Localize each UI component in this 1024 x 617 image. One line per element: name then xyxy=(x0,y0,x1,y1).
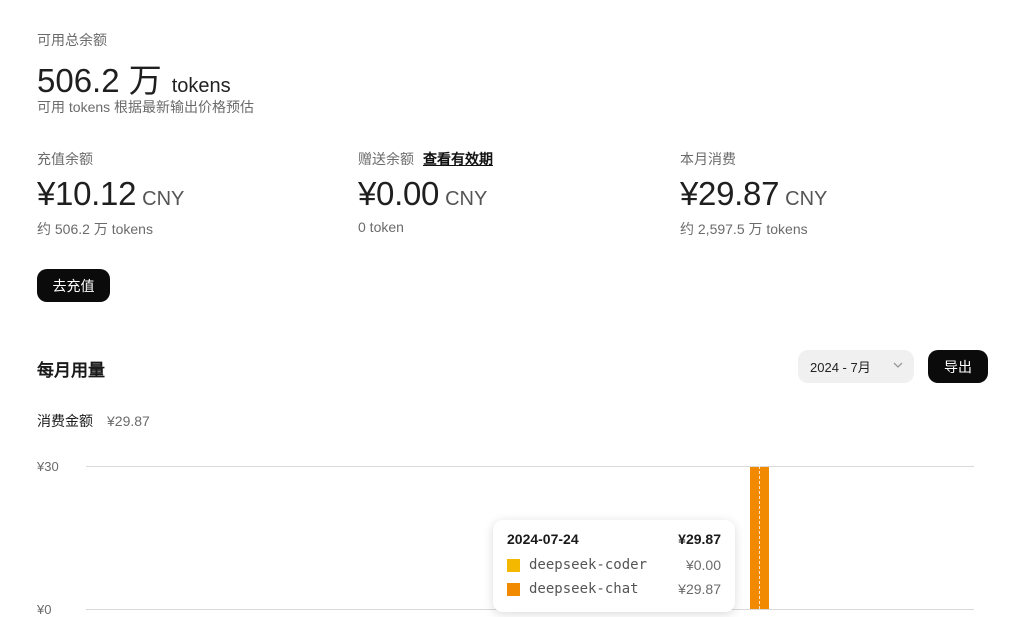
total-balance-unit: tokens xyxy=(171,75,231,97)
tooltip-date: 2024-07-24 xyxy=(507,531,579,547)
gift-balance-amount: ¥0.00 xyxy=(358,175,440,212)
total-balance-amount-row: 506.2 万 tokens xyxy=(37,54,231,102)
gift-balance-label: 赠送余额 xyxy=(358,151,414,167)
chevron-down-icon xyxy=(892,359,904,374)
total-balance-label: 可用总余额 xyxy=(37,32,107,48)
view-validity-link[interactable]: 查看有效期 xyxy=(423,149,493,169)
recharge-balance-currency: CNY xyxy=(142,188,185,210)
gift-balance-tokens: 0 token xyxy=(358,219,404,235)
tooltip-total: ¥29.87 xyxy=(678,531,721,547)
monthly-spend-label: 本月消费 xyxy=(680,151,736,167)
gridline-top xyxy=(86,466,974,467)
recharge-button[interactable]: 去充值 xyxy=(37,269,110,302)
monthly-spend-amount: ¥29.87 xyxy=(680,175,780,212)
monthly-spend-card: 本月消费 ¥29.87 CNY 约 2,597.5 万 tokens xyxy=(680,149,980,239)
spend-value: ¥29.87 xyxy=(107,413,150,429)
tooltip-series-value: ¥0.00 xyxy=(685,557,721,573)
monthly-spend-amount-row: ¥29.87 CNY xyxy=(680,175,980,213)
legend-swatch-coder xyxy=(507,558,520,572)
tooltip-series-name: deepseek-coder xyxy=(529,557,648,573)
total-balance-amount: 506.2 万 xyxy=(37,62,162,99)
gift-balance-card: 赠送余额 查看有效期 ¥0.00 CNY 0 token xyxy=(358,149,658,235)
recharge-balance-card: 充值余额 ¥10.12 CNY 约 506.2 万 tokens xyxy=(37,149,337,239)
hover-cursor-line xyxy=(759,466,760,609)
chart-tooltip: 2024-07-24 ¥29.87 deepseek-coder ¥0.00 d… xyxy=(493,520,735,612)
spend-label: 消费金额 xyxy=(37,413,93,429)
usage-chart: ¥30 ¥0 2024-07-24 ¥29.87 deepseek-coder … xyxy=(0,455,1024,617)
export-button[interactable]: 导出 xyxy=(928,350,988,383)
total-balance-note: 可用 tokens 根据最新输出价格预估 xyxy=(37,99,255,115)
month-select[interactable]: 2024 - 7月 xyxy=(798,350,914,383)
monthly-spend-tokens: 约 2,597.5 万 tokens xyxy=(680,221,808,237)
y-tick-top: ¥30 xyxy=(37,459,59,474)
monthly-usage-title: 每月用量 xyxy=(37,361,105,380)
tooltip-row: deepseek-coder ¥0.00 xyxy=(507,557,721,573)
y-tick-bottom: ¥0 xyxy=(37,602,52,617)
legend-swatch-chat xyxy=(507,582,520,596)
recharge-balance-amount-row: ¥10.12 CNY xyxy=(37,175,337,213)
recharge-balance-label: 充值余额 xyxy=(37,151,93,167)
recharge-balance-amount: ¥10.12 xyxy=(37,175,137,212)
month-select-value: 2024 - 7月 xyxy=(810,360,871,375)
tooltip-series-value: ¥29.87 xyxy=(678,581,721,597)
tooltip-series-name: deepseek-chat xyxy=(529,581,639,597)
spend-summary: 消费金额 ¥29.87 xyxy=(37,411,150,431)
tooltip-row: deepseek-chat ¥29.87 xyxy=(507,581,721,597)
gift-balance-amount-row: ¥0.00 CNY xyxy=(358,175,658,213)
monthly-spend-currency: CNY xyxy=(785,188,828,210)
gift-balance-currency: CNY xyxy=(445,188,488,210)
recharge-balance-tokens: 约 506.2 万 tokens xyxy=(37,221,153,237)
gift-balance-header: 赠送余额 查看有效期 xyxy=(358,149,658,169)
